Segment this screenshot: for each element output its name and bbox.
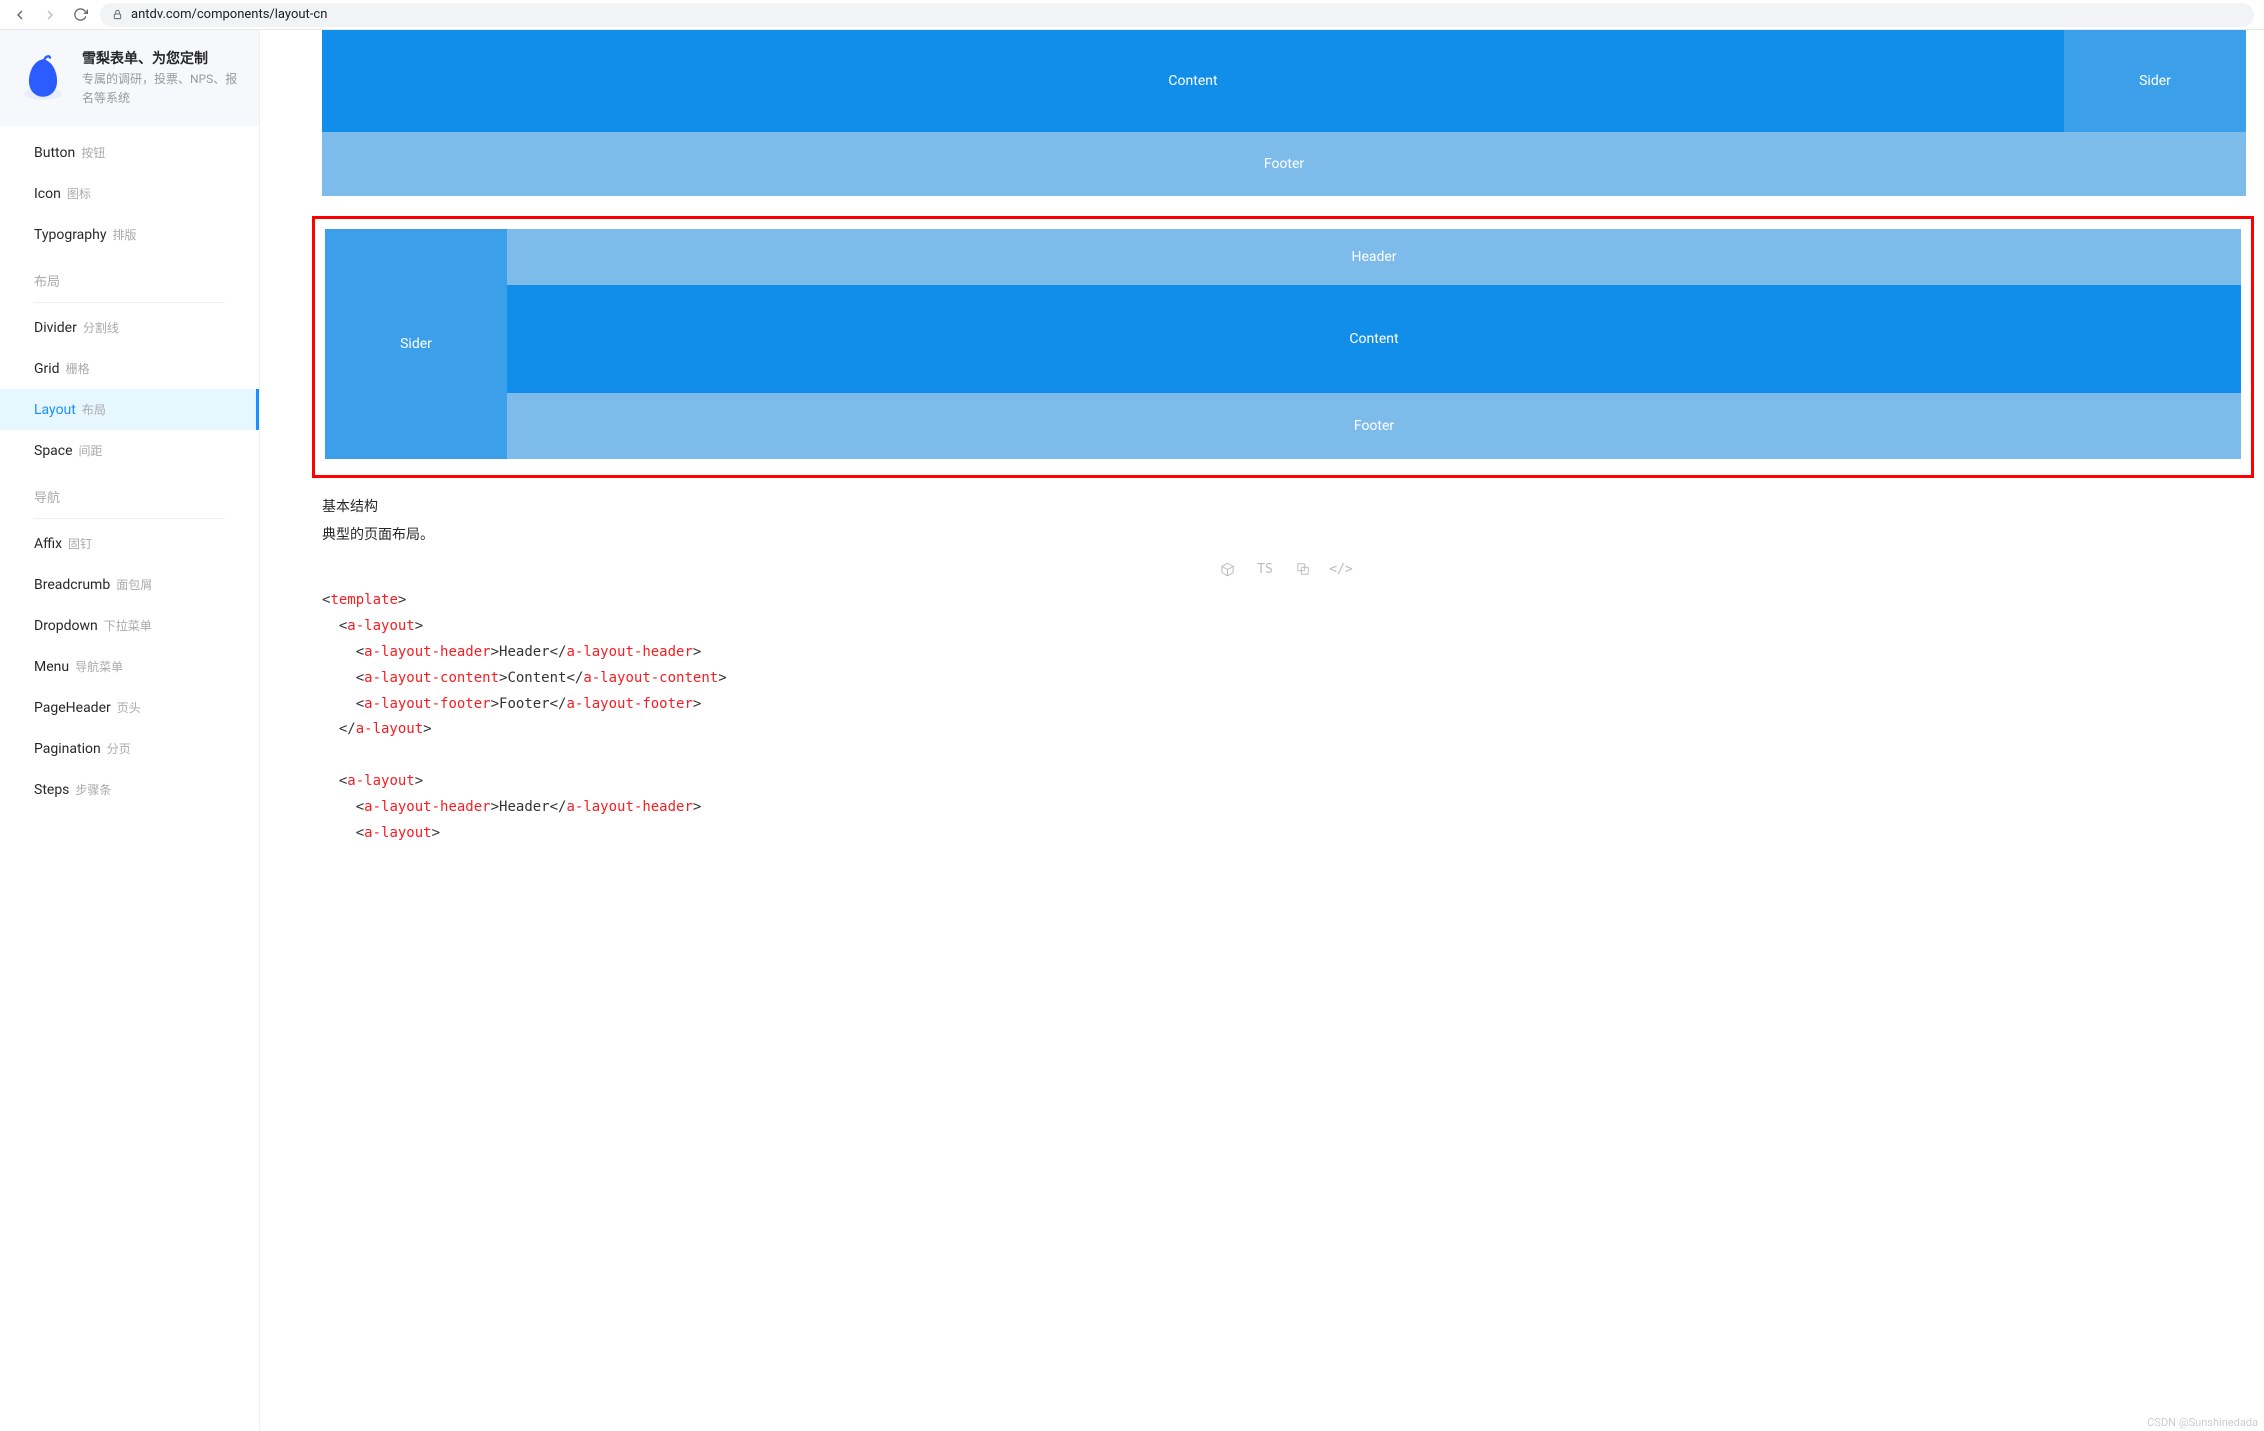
layout-demo-content-sider: Content Sider Footer xyxy=(322,30,2246,196)
sidebar-item-label: PageHeader xyxy=(34,700,111,716)
sidebar-item-label: Space xyxy=(34,443,73,459)
copy-icon[interactable] xyxy=(1294,560,1312,578)
sidebar-item-label: Icon xyxy=(34,186,61,202)
divider xyxy=(34,518,225,519)
sidebar-item-sublabel: 按钮 xyxy=(81,144,105,161)
sidebar-item-pageheader[interactable]: PageHeader 页头 xyxy=(0,687,259,728)
sidebar-item-sublabel: 分页 xyxy=(107,740,131,757)
divider xyxy=(34,302,225,303)
promo-banner[interactable]: 雪梨表单、为您定制 专属的调研，投票、NPS、报名等系统 xyxy=(0,30,259,126)
url-text: antdv.com/components/layout-cn xyxy=(131,7,327,22)
sidebar-item-button[interactable]: Button 按钮 xyxy=(0,132,259,173)
sidebar-item-label: Button xyxy=(34,145,75,161)
demo-description: 典型的页面布局。 xyxy=(322,524,2246,544)
sidebar-item-sublabel: 步骤条 xyxy=(75,781,111,798)
reload-button[interactable] xyxy=(70,5,90,25)
address-bar[interactable]: antdv.com/components/layout-cn xyxy=(100,3,2254,27)
sidebar-item-typography[interactable]: Typography 排版 xyxy=(0,214,259,255)
sidebar-item-pagination[interactable]: Pagination 分页 xyxy=(0,728,259,769)
main-content: Content Sider Footer Sider Header Conten… xyxy=(260,30,2264,1431)
sidebar: 雪梨表单、为您定制 专属的调研，投票、NPS、报名等系统 Button 按钮 Ico… xyxy=(0,30,260,1431)
show-code-icon[interactable]: </> xyxy=(1332,560,1350,578)
sidebar-item-sublabel: 图标 xyxy=(67,185,91,202)
sidebar-item-sublabel: 页头 xyxy=(117,699,141,716)
demo-content: Content xyxy=(322,30,2064,132)
sidebar-item-label: Breadcrumb xyxy=(34,577,110,593)
sidebar-item-label: Dropdown xyxy=(34,618,98,634)
code-block[interactable]: <template> <a-layout> <a-layout-header>H… xyxy=(322,588,2246,847)
lock-icon xyxy=(112,9,123,20)
demo-sider: Sider xyxy=(325,229,507,459)
demo-content: Content xyxy=(507,285,2241,393)
sidebar-item-label: Layout xyxy=(34,402,76,418)
typescript-toggle[interactable]: TS xyxy=(1256,560,1274,578)
sidebar-item-grid[interactable]: Grid 栅格 xyxy=(0,348,259,389)
sidebar-item-divider[interactable]: Divider 分割线 xyxy=(0,307,259,348)
sidebar-item-sublabel: 下拉菜单 xyxy=(104,617,152,634)
demo-footer: Footer xyxy=(507,393,2241,459)
forward-button[interactable] xyxy=(40,5,60,25)
sidebar-item-menu[interactable]: Menu 导航菜单 xyxy=(0,646,259,687)
sidebar-item-affix[interactable]: Affix 固钉 xyxy=(0,523,259,564)
sidebar-item-space[interactable]: Space 间距 xyxy=(0,430,259,471)
sidebar-item-sublabel: 栅格 xyxy=(66,360,90,377)
demo-footer: Footer xyxy=(322,132,2246,196)
sidebar-item-label: Menu xyxy=(34,659,69,675)
promo-title: 雪梨表单、为您定制 xyxy=(82,48,239,68)
sidebar-item-icon[interactable]: Icon 图标 xyxy=(0,173,259,214)
sidebar-item-breadcrumb[interactable]: Breadcrumb 面包屑 xyxy=(0,564,259,605)
sidebar-item-steps[interactable]: Steps 步骤条 xyxy=(0,769,259,810)
promo-logo-icon xyxy=(18,52,68,104)
sandbox-icon[interactable] xyxy=(1218,560,1236,578)
demo-title: 基本结构 xyxy=(322,496,2246,516)
demo-sider: Sider xyxy=(2064,30,2246,132)
sidebar-item-label: Steps xyxy=(34,782,69,798)
sidebar-item-sublabel: 间距 xyxy=(79,442,103,459)
sidebar-item-layout[interactable]: Layout 布局 xyxy=(0,389,259,430)
sidebar-item-label: Pagination xyxy=(34,741,101,757)
sidebar-item-sublabel: 排版 xyxy=(112,226,136,243)
promo-desc: 专属的调研，投票、NPS、报名等系统 xyxy=(82,70,239,108)
menu-group-layout: 布局 xyxy=(0,255,259,298)
highlighted-demo: Sider Header Content Footer xyxy=(312,216,2254,478)
sidebar-item-sublabel: 导航菜单 xyxy=(75,658,123,675)
browser-toolbar: antdv.com/components/layout-cn xyxy=(0,0,2264,30)
sidebar-item-label: Grid xyxy=(34,361,60,377)
sidebar-item-label: Typography xyxy=(34,227,106,243)
sidebar-item-sublabel: 固钉 xyxy=(68,535,92,552)
sidebar-item-label: Divider xyxy=(34,320,77,336)
sidebar-item-sublabel: 布局 xyxy=(82,401,106,418)
demo-header: Header xyxy=(507,229,2241,285)
sidebar-item-sublabel: 面包屑 xyxy=(116,576,152,593)
component-menu: Button 按钮 Icon 图标 Typography 排版 布局 Divider 分割线… xyxy=(0,126,259,850)
back-button[interactable] xyxy=(10,5,30,25)
code-toolbar: TS </> xyxy=(322,560,2246,578)
sidebar-item-sublabel: 分割线 xyxy=(83,319,119,336)
watermark: CSDN @Sunshinedada xyxy=(2147,1416,2258,1429)
sidebar-item-dropdown[interactable]: Dropdown 下拉菜单 xyxy=(0,605,259,646)
sidebar-item-label: Affix xyxy=(34,536,62,552)
menu-group-nav: 导航 xyxy=(0,471,259,514)
